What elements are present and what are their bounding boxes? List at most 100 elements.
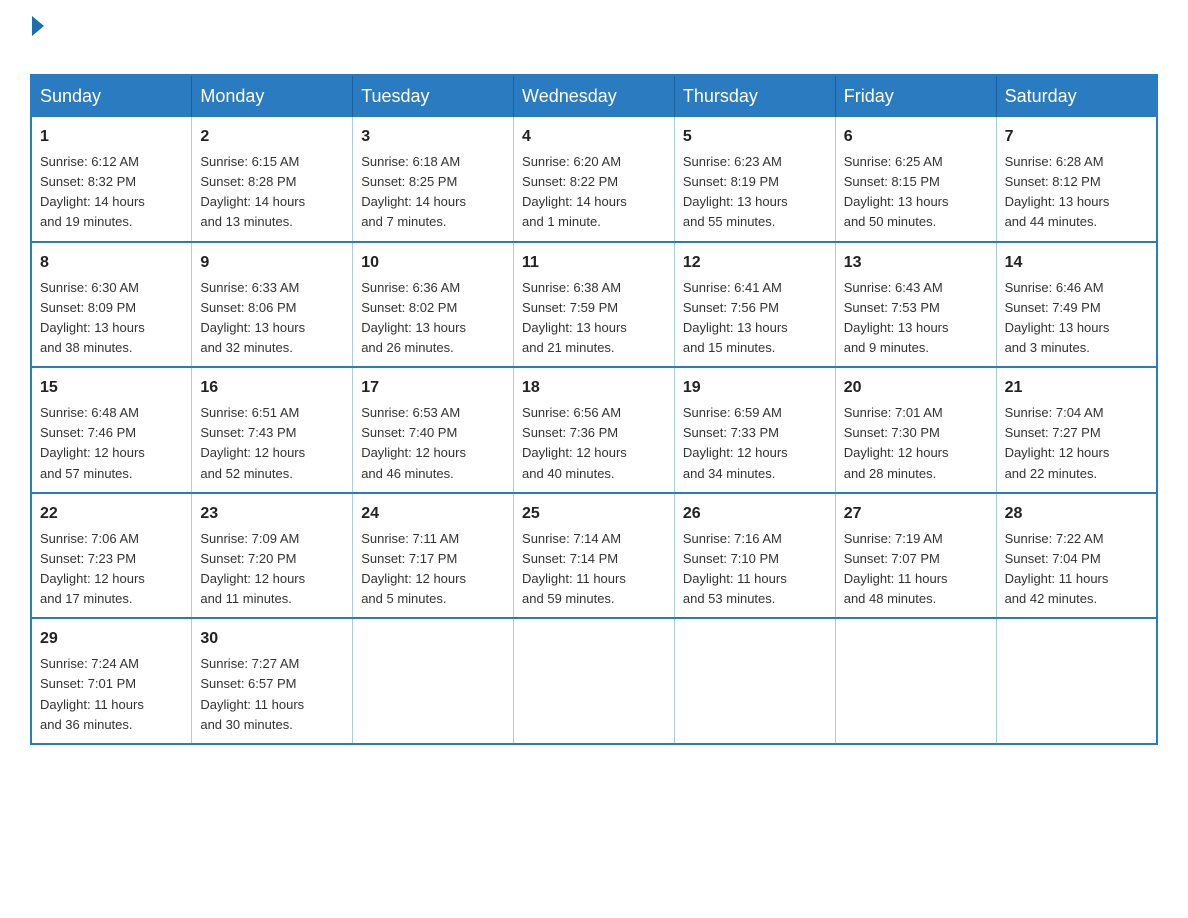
- calendar-cell: 21 Sunrise: 7:04 AM Sunset: 7:27 PM Dayli…: [996, 367, 1157, 493]
- day-info: Sunrise: 6:25 AM Sunset: 8:15 PM Dayligh…: [844, 152, 988, 233]
- calendar-cell: 29Sunrise: 7:24 AM Sunset: 7:01 PM Dayli…: [31, 618, 192, 744]
- column-header-friday: Friday: [835, 75, 996, 117]
- day-info: Sunrise: 6:48 AM Sunset: 7:46 PM Dayligh…: [40, 403, 183, 484]
- day-number: 15: [40, 376, 183, 400]
- day-info: Sunrise: 7:19 AM Sunset: 7:07 PM Dayligh…: [844, 529, 988, 610]
- day-info: Sunrise: 6:18 AM Sunset: 8:25 PM Dayligh…: [361, 152, 505, 233]
- calendar-cell: 9Sunrise: 6:33 AM Sunset: 8:06 PM Daylig…: [192, 242, 353, 368]
- day-info: Sunrise: 7:16 AM Sunset: 7:10 PM Dayligh…: [683, 529, 827, 610]
- day-info: Sunrise: 6:30 AM Sunset: 8:09 PM Dayligh…: [40, 278, 183, 359]
- day-number: 19: [683, 376, 827, 400]
- day-number: 10: [361, 251, 505, 275]
- calendar-cell: 24 Sunrise: 7:11 AM Sunset: 7:17 PM Dayli…: [353, 493, 514, 619]
- day-info: Sunrise: 6:38 AM Sunset: 7:59 PM Dayligh…: [522, 278, 666, 359]
- day-number: 1: [40, 125, 183, 149]
- calendar-cell: 16 Sunrise: 6:51 AM Sunset: 7:43 PM Dayli…: [192, 367, 353, 493]
- day-info: Sunrise: 7:22 AM Sunset: 7:04 PM Dayligh…: [1005, 529, 1148, 610]
- calendar-cell: 27 Sunrise: 7:19 AM Sunset: 7:07 PM Dayli…: [835, 493, 996, 619]
- day-info: Sunrise: 7:06 AM Sunset: 7:23 PM Dayligh…: [40, 529, 183, 610]
- day-info: Sunrise: 7:09 AM Sunset: 7:20 PM Dayligh…: [200, 529, 344, 610]
- calendar-cell: 14 Sunrise: 6:46 AM Sunset: 7:49 PM Dayli…: [996, 242, 1157, 368]
- day-number: 6: [844, 125, 988, 149]
- column-header-saturday: Saturday: [996, 75, 1157, 117]
- day-info: Sunrise: 6:51 AM Sunset: 7:43 PM Dayligh…: [200, 403, 344, 484]
- day-number: 3: [361, 125, 505, 149]
- day-number: 8: [40, 251, 183, 275]
- day-info: Sunrise: 6:41 AM Sunset: 7:56 PM Dayligh…: [683, 278, 827, 359]
- calendar-week-row: 8 Sunrise: 6:30 AM Sunset: 8:09 PM Daylig…: [31, 242, 1157, 368]
- day-info: Sunrise: 7:11 AM Sunset: 7:17 PM Dayligh…: [361, 529, 505, 610]
- day-number: 14: [1005, 251, 1148, 275]
- day-number: 26: [683, 502, 827, 526]
- day-info: Sunrise: 7:04 AM Sunset: 7:27 PM Dayligh…: [1005, 403, 1148, 484]
- day-info: Sunrise: 6:15 AM Sunset: 8:28 PM Dayligh…: [200, 152, 344, 233]
- calendar-cell: 10 Sunrise: 6:36 AM Sunset: 8:02 PM Dayli…: [353, 242, 514, 368]
- day-info: Sunrise: 6:53 AM Sunset: 7:40 PM Dayligh…: [361, 403, 505, 484]
- day-info: Sunrise: 7:24 AM Sunset: 7:01 PM Dayligh…: [40, 654, 183, 735]
- calendar-cell: 13 Sunrise: 6:43 AM Sunset: 7:53 PM Dayli…: [835, 242, 996, 368]
- day-info: Sunrise: 7:27 AM Sunset: 6:57 PM Dayligh…: [200, 654, 344, 735]
- calendar-cell: 15 Sunrise: 6:48 AM Sunset: 7:46 PM Dayli…: [31, 367, 192, 493]
- day-info: Sunrise: 6:33 AM Sunset: 8:06 PM Dayligh…: [200, 278, 344, 359]
- day-number: 18: [522, 376, 666, 400]
- calendar-cell: 25Sunrise: 7:14 AM Sunset: 7:14 PM Dayli…: [514, 493, 675, 619]
- calendar-table: SundayMondayTuesdayWednesdayThursdayFrid…: [30, 74, 1158, 745]
- day-number: 17: [361, 376, 505, 400]
- day-number: 23: [200, 502, 344, 526]
- day-number: 7: [1005, 125, 1148, 149]
- calendar-week-row: 1 Sunrise: 6:12 AM Sunset: 8:32 PM Daylig…: [31, 117, 1157, 242]
- day-info: Sunrise: 6:46 AM Sunset: 7:49 PM Dayligh…: [1005, 278, 1148, 359]
- calendar-cell: 3 Sunrise: 6:18 AM Sunset: 8:25 PM Daylig…: [353, 117, 514, 242]
- day-info: Sunrise: 6:20 AM Sunset: 8:22 PM Dayligh…: [522, 152, 666, 233]
- calendar-cell: 11 Sunrise: 6:38 AM Sunset: 7:59 PM Dayli…: [514, 242, 675, 368]
- calendar-cell: 2 Sunrise: 6:15 AM Sunset: 8:28 PM Daylig…: [192, 117, 353, 242]
- calendar-cell: 26 Sunrise: 7:16 AM Sunset: 7:10 PM Dayli…: [674, 493, 835, 619]
- calendar-cell: 6 Sunrise: 6:25 AM Sunset: 8:15 PM Daylig…: [835, 117, 996, 242]
- column-header-tuesday: Tuesday: [353, 75, 514, 117]
- day-info: Sunrise: 6:56 AM Sunset: 7:36 PM Dayligh…: [522, 403, 666, 484]
- calendar-cell: [996, 618, 1157, 744]
- calendar-cell: 30Sunrise: 7:27 AM Sunset: 6:57 PM Dayli…: [192, 618, 353, 744]
- calendar-cell: 19 Sunrise: 6:59 AM Sunset: 7:33 PM Dayli…: [674, 367, 835, 493]
- day-info: Sunrise: 6:23 AM Sunset: 8:19 PM Dayligh…: [683, 152, 827, 233]
- calendar-cell: [353, 618, 514, 744]
- calendar-cell: 7Sunrise: 6:28 AM Sunset: 8:12 PM Daylig…: [996, 117, 1157, 242]
- day-number: 13: [844, 251, 988, 275]
- calendar-cell: 28 Sunrise: 7:22 AM Sunset: 7:04 PM Dayli…: [996, 493, 1157, 619]
- logo-text: [30, 20, 44, 36]
- calendar-week-row: 22 Sunrise: 7:06 AM Sunset: 7:23 PM Dayli…: [31, 493, 1157, 619]
- calendar-week-row: 29Sunrise: 7:24 AM Sunset: 7:01 PM Dayli…: [31, 618, 1157, 744]
- day-number: 22: [40, 502, 183, 526]
- calendar-cell: [835, 618, 996, 744]
- calendar-cell: 20Sunrise: 7:01 AM Sunset: 7:30 PM Dayli…: [835, 367, 996, 493]
- day-info: Sunrise: 6:59 AM Sunset: 7:33 PM Dayligh…: [683, 403, 827, 484]
- day-number: 11: [522, 251, 666, 275]
- day-info: Sunrise: 6:12 AM Sunset: 8:32 PM Dayligh…: [40, 152, 183, 233]
- day-number: 12: [683, 251, 827, 275]
- column-header-wednesday: Wednesday: [514, 75, 675, 117]
- calendar-cell: 23 Sunrise: 7:09 AM Sunset: 7:20 PM Dayli…: [192, 493, 353, 619]
- calendar-header-row: SundayMondayTuesdayWednesdayThursdayFrid…: [31, 75, 1157, 117]
- day-number: 16: [200, 376, 344, 400]
- day-number: 24: [361, 502, 505, 526]
- calendar-cell: [514, 618, 675, 744]
- column-header-monday: Monday: [192, 75, 353, 117]
- day-number: 28: [1005, 502, 1148, 526]
- calendar-cell: 17 Sunrise: 6:53 AM Sunset: 7:40 PM Dayli…: [353, 367, 514, 493]
- day-info: Sunrise: 6:43 AM Sunset: 7:53 PM Dayligh…: [844, 278, 988, 359]
- day-info: Sunrise: 7:14 AM Sunset: 7:14 PM Dayligh…: [522, 529, 666, 610]
- calendar-cell: 8 Sunrise: 6:30 AM Sunset: 8:09 PM Daylig…: [31, 242, 192, 368]
- day-info: Sunrise: 7:01 AM Sunset: 7:30 PM Dayligh…: [844, 403, 988, 484]
- column-header-sunday: Sunday: [31, 75, 192, 117]
- calendar-cell: 1 Sunrise: 6:12 AM Sunset: 8:32 PM Daylig…: [31, 117, 192, 242]
- logo-triangle-icon: [32, 16, 44, 36]
- calendar-cell: 22 Sunrise: 7:06 AM Sunset: 7:23 PM Dayli…: [31, 493, 192, 619]
- day-number: 21: [1005, 376, 1148, 400]
- calendar-cell: 5 Sunrise: 6:23 AM Sunset: 8:19 PM Daylig…: [674, 117, 835, 242]
- day-number: 27: [844, 502, 988, 526]
- day-info: Sunrise: 6:36 AM Sunset: 8:02 PM Dayligh…: [361, 278, 505, 359]
- page-header: [30, 20, 1158, 56]
- day-number: 2: [200, 125, 344, 149]
- day-number: 5: [683, 125, 827, 149]
- column-header-thursday: Thursday: [674, 75, 835, 117]
